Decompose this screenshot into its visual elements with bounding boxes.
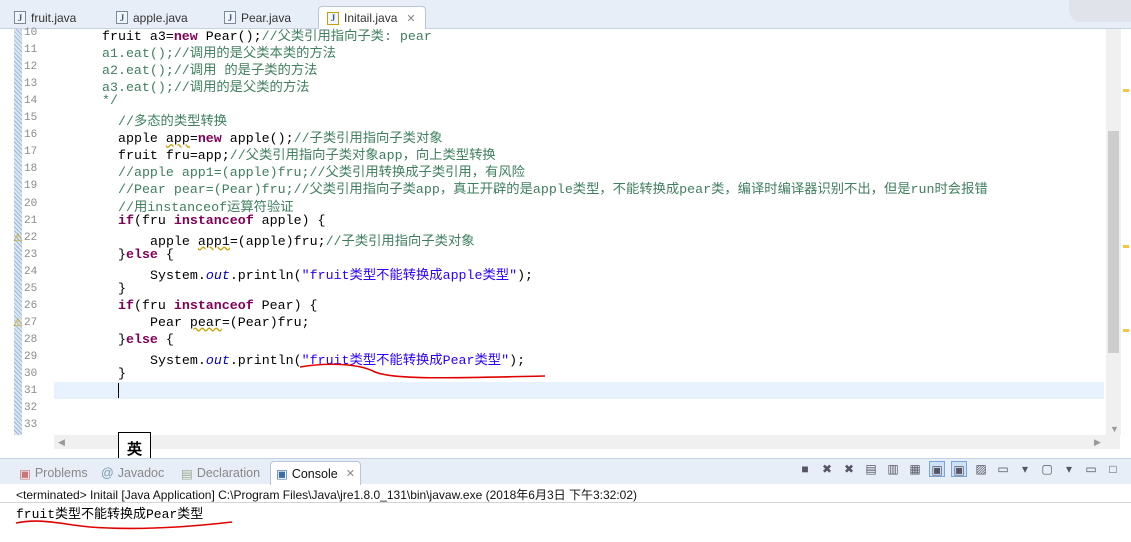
word-wrap-icon[interactable]: ▦ xyxy=(907,461,923,477)
tab-javadoc[interactable]: @ Javadoc xyxy=(96,461,169,485)
remove-launch-icon[interactable]: ✖ xyxy=(819,461,835,477)
maximize-icon[interactable]: □ xyxy=(1105,461,1121,477)
minimize-icon[interactable]: ▭ xyxy=(1083,461,1099,477)
tab-label: Declaration xyxy=(196,466,261,480)
javadoc-icon: @ xyxy=(101,466,114,480)
display-console-icon[interactable]: ▭ xyxy=(995,461,1011,477)
terminate-icon[interactable]: ■ xyxy=(797,461,813,477)
dropdown-icon[interactable]: ▾ xyxy=(1061,461,1077,477)
console-toolbar: ■ ✖ ✖ ▤ ▥ ▦ ▣ ▣ ▨ ▭ ▾ ▢ ▾ ▭ □ xyxy=(797,461,1121,477)
scroll-lock-icon[interactable]: ▥ xyxy=(885,461,901,477)
problems-icon: ▣ xyxy=(19,466,31,481)
dropdown-icon[interactable]: ▾ xyxy=(1017,461,1033,477)
red-underline-console xyxy=(15,520,233,530)
tab-label: Javadoc xyxy=(117,466,165,480)
console-status: <terminated> Initail [Java Application] … xyxy=(16,488,637,502)
console-icon: ▣ xyxy=(276,467,288,481)
show-on-stderr-icon[interactable]: ▣ xyxy=(951,461,967,477)
tab-label: Console xyxy=(291,466,338,481)
pin-console-icon[interactable]: ▨ xyxy=(973,461,989,477)
remove-all-launches-icon[interactable]: ✖ xyxy=(841,461,857,477)
tab-console[interactable]: ▣ Console ✕ xyxy=(270,461,361,485)
show-on-stdout-icon[interactable]: ▣ xyxy=(929,461,945,477)
declaration-icon: ▤ xyxy=(181,466,193,481)
tab-label: Problems xyxy=(34,466,88,480)
close-tab-icon[interactable]: ✕ xyxy=(346,467,355,480)
console-output[interactable]: fruit类型不能转换成Pear类型 xyxy=(16,503,203,522)
tab-declaration[interactable]: ▤ Declaration xyxy=(176,461,265,485)
clear-console-icon[interactable]: ▤ xyxy=(863,461,879,477)
red-underline-code xyxy=(299,363,546,379)
tab-problems[interactable]: ▣ Problems xyxy=(14,461,93,485)
open-console-icon[interactable]: ▢ xyxy=(1039,461,1055,477)
